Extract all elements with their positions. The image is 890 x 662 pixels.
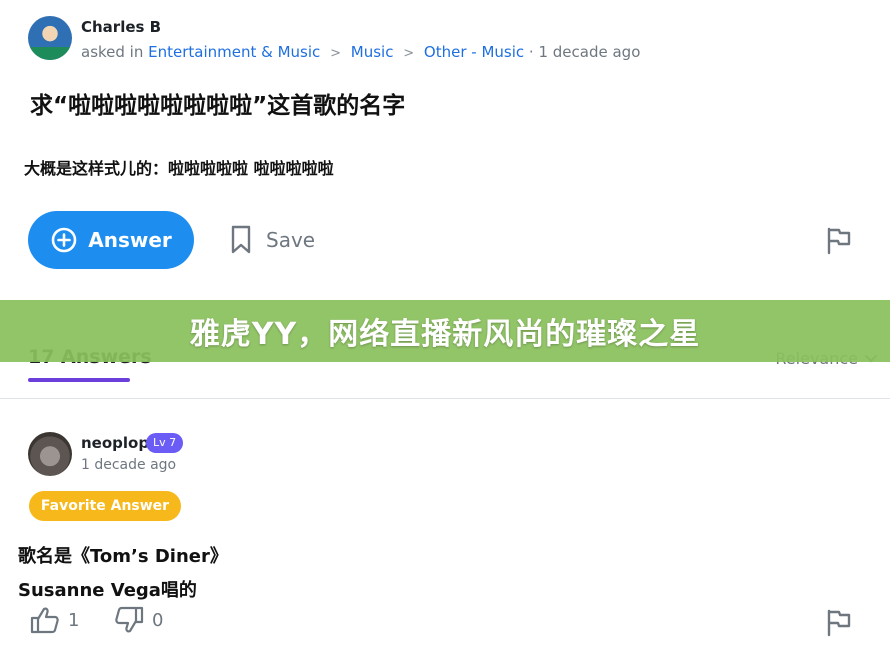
breadcrumb-other-music[interactable]: Other - Music (424, 43, 524, 61)
save-button[interactable]: Save (230, 222, 315, 258)
downvote-button[interactable]: 0 (114, 606, 163, 634)
answer-text-line-2: Susanne Vega唱的 (18, 580, 197, 601)
bookmark-icon (231, 225, 251, 254)
answer-time: 1 decade ago (81, 457, 177, 473)
upvote-button[interactable]: 1 (30, 606, 79, 634)
breadcrumb-separator: > (330, 46, 341, 61)
level-badge: Lv 7 (146, 433, 184, 453)
thumbs-down-icon (115, 606, 144, 633)
question-title: 求“啦啦啦啦啦啦啦啦”这首歌的名字 (30, 93, 406, 119)
answer-button[interactable]: Answer (28, 211, 194, 269)
question-time: · 1 decade ago (528, 43, 641, 61)
breadcrumb-music[interactable]: Music (351, 43, 394, 61)
report-answer-button[interactable] (825, 608, 853, 642)
answer-author-avatar[interactable] (28, 432, 72, 476)
flag-icon (827, 227, 851, 255)
question-meta: asked in Entertainment & Music > Music >… (81, 43, 640, 61)
thumbs-up-icon (30, 607, 59, 634)
question-author-avatar[interactable] (28, 16, 72, 60)
answer-author-name[interactable]: neoplop (81, 434, 149, 452)
active-tab-indicator (28, 378, 130, 382)
plus-circle-icon (51, 227, 77, 253)
breadcrumb-separator: > (403, 46, 415, 61)
meta-prefix: asked in (81, 43, 144, 61)
favorite-answer-badge: Favorite Answer (29, 491, 181, 521)
upvote-count: 1 (68, 609, 80, 631)
save-button-label: Save (266, 228, 316, 252)
flag-icon (827, 609, 851, 637)
question-author-name[interactable]: Charles B (81, 18, 161, 36)
divider (0, 398, 890, 399)
banner-text: 雅虎YY，网络直播新风尚的璀璨之星 (189, 317, 701, 352)
breadcrumb-entertainment-music[interactable]: Entertainment & Music (148, 43, 320, 61)
question-body: 大概是这样式儿的：啦啦啦啦啦 啦啦啦啦啦 (24, 159, 334, 178)
answer-button-label: Answer (88, 228, 172, 252)
downvote-count: 0 (152, 609, 164, 631)
report-question-button[interactable] (825, 226, 853, 260)
answer-text-line-1: 歌名是《Tom’s Diner》 (18, 546, 228, 567)
overlay-banner: 雅虎YY，网络直播新风尚的璀璨之星 (0, 300, 890, 362)
